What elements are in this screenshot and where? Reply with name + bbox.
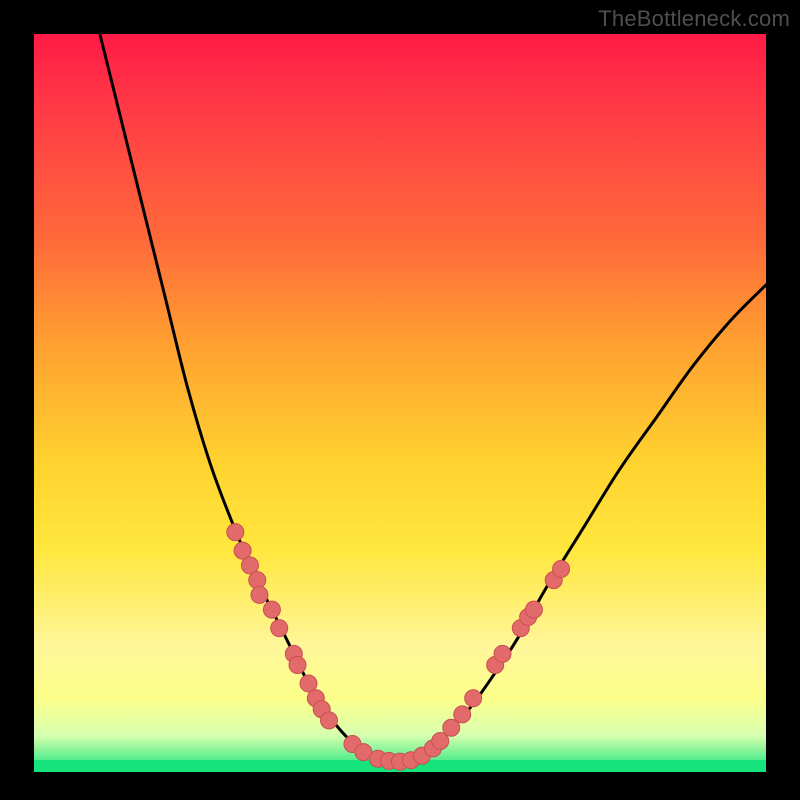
plot-area [34,34,766,772]
chart-svg [34,34,766,772]
data-marker [271,620,288,637]
marker-layer [227,524,570,771]
chart-frame: TheBottleneck.com [0,0,800,800]
curve-layer [100,34,766,763]
data-marker [249,572,266,589]
data-marker [494,645,511,662]
data-marker [553,561,570,578]
watermark-text: TheBottleneck.com [598,6,790,32]
left-curve [100,34,385,763]
data-marker [289,656,306,673]
data-marker [320,712,337,729]
right-curve [385,285,766,764]
data-marker [263,601,280,618]
data-marker [525,601,542,618]
data-marker [465,690,482,707]
data-marker [227,524,244,541]
data-marker [454,706,471,723]
data-marker [251,586,268,603]
